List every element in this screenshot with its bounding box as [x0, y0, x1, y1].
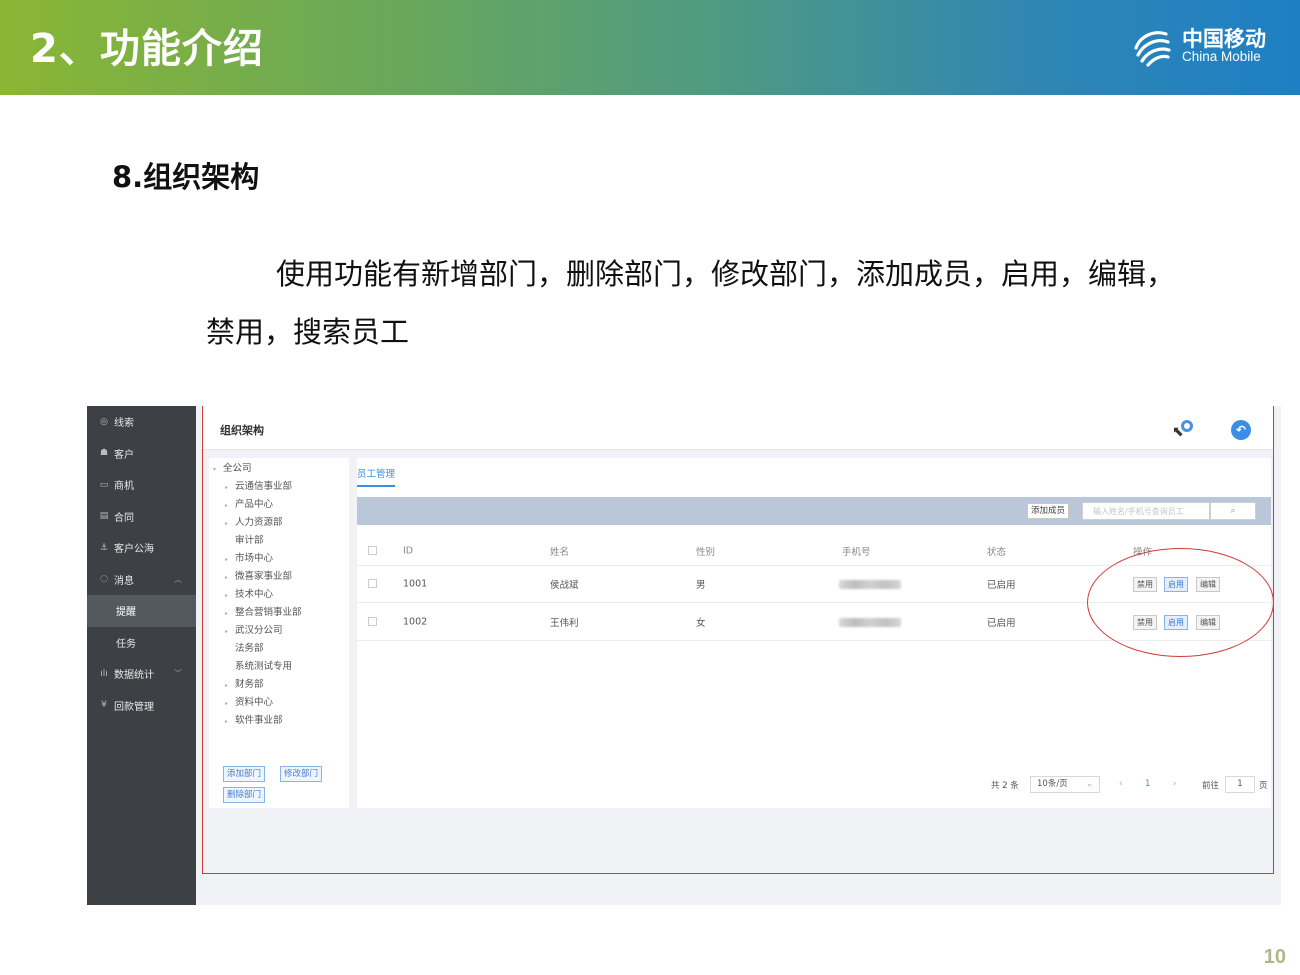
chat-icon: ◌ [100, 574, 108, 585]
sidebar-item-opportunities[interactable]: ▭ 商机 [87, 469, 196, 501]
sidebar-item-customer-pool[interactable]: ⚓ 客户公海 [87, 532, 196, 564]
sidebar-item-label: 回款管理 [114, 701, 154, 713]
sidebar-item-label: 提醒 [116, 607, 136, 619]
annotation-ellipse [1087, 548, 1274, 657]
sidebar-item-label: 消息 [114, 575, 134, 587]
logo-text-cn: 中国移动 [1182, 26, 1266, 51]
target-icon: ◎ [100, 416, 108, 427]
slide-title: 2、功能介绍 [30, 26, 264, 72]
app-screenshot: ◎ 线索 ☗ 客户 ▭ 商机 ▤ 合同 ⚓ 客户公海 ◌ 消息 ︿ 提醒 任务 [87, 406, 1281, 905]
sidebar-item-customers[interactable]: ☗ 客户 [87, 438, 196, 470]
sidebar-item-leads[interactable]: ◎ 线索 [87, 406, 196, 438]
logo-text-en: China Mobile [1182, 48, 1261, 64]
sidebar-item-label: 合同 [114, 512, 134, 524]
sidebar-item-label: 任务 [116, 638, 136, 650]
users-icon: ☗ [99, 448, 109, 459]
slide-header: 2、功能介绍 中国移动 China Mobile [0, 0, 1300, 95]
document-icon: ▤ [99, 511, 109, 522]
feature-description: 使用功能有新增部门，删除部门，修改部门，添加成员，启用，编辑，禁用，搜索员工 [206, 257, 1176, 349]
sidebar-item-label: 商机 [114, 481, 134, 493]
sidebar-item-contracts[interactable]: ▤ 合同 [87, 501, 196, 533]
sidebar-item-label: 客户公海 [114, 544, 154, 556]
anchor-icon: ⚓ [99, 542, 109, 553]
section-title: 8.组织架构 [112, 160, 260, 194]
sidebar-item-statistics[interactable]: ılı 数据统计 ﹀ [87, 658, 196, 690]
sidebar: ◎ 线索 ☗ 客户 ▭ 商机 ▤ 合同 ⚓ 客户公海 ◌ 消息 ︿ 提醒 任务 [87, 406, 196, 905]
sidebar-item-reminders[interactable]: 提醒 [87, 595, 196, 627]
page-number: 10 [1263, 946, 1286, 968]
sidebar-item-label: 线索 [114, 418, 134, 430]
sidebar-item-payments[interactable]: ¥ 回款管理 [87, 690, 196, 722]
chevron-down-icon: ﹀ [174, 669, 182, 679]
sidebar-item-tasks[interactable]: 任务 [87, 627, 196, 659]
sidebar-item-label: 客户 [114, 449, 134, 461]
chevron-up-icon: ︿ [174, 574, 182, 584]
bar-chart-icon: ılı [100, 668, 108, 679]
sidebar-item-messages[interactable]: ◌ 消息 ︿ [87, 564, 196, 596]
sidebar-item-label: 数据统计 [114, 670, 154, 682]
china-mobile-logo: 中国移动 China Mobile [1130, 24, 1266, 68]
card-icon: ▭ [99, 479, 109, 490]
yen-icon: ¥ [101, 700, 107, 711]
china-mobile-logo-icon [1134, 31, 1171, 67]
